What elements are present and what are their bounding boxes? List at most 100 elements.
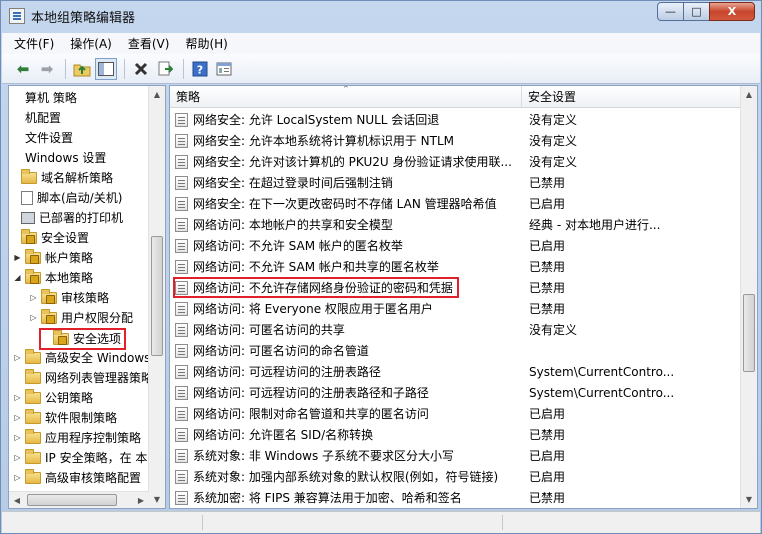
tree-scroll-thumb[interactable] <box>151 236 163 356</box>
tree-vertical-scrollbar[interactable]: ▲ ▼ <box>148 86 165 508</box>
tree-item[interactable]: 文件设置 <box>13 128 73 148</box>
properties-icon[interactable] <box>213 58 235 80</box>
policy-cell: 系统对象: 加强内部系统对象的默认权限(例如，符号链接) <box>170 468 522 485</box>
scroll-left-icon[interactable]: ◀ <box>9 492 25 508</box>
expander-arrow-icon[interactable]: ◢ <box>13 268 22 288</box>
tree-item[interactable]: ▶ 帐户策略 <box>13 248 93 268</box>
table-row[interactable]: 网络访问: 允许匿名 SID/名称转换 已禁用 <box>170 424 741 445</box>
table-row[interactable]: 网络安全: 在下一次更改密码时不存储 LAN 管理器哈希值 已启用 <box>170 193 741 214</box>
tree-item[interactable]: 机配置 <box>13 108 61 128</box>
tree-item[interactable]: ▷ IP 安全策略，在 本 <box>13 448 147 468</box>
menu-file[interactable]: 文件(F) <box>14 35 54 52</box>
show-hide-tree-icon[interactable] <box>95 57 117 80</box>
expander-arrow-icon[interactable]: ▷ <box>13 448 22 468</box>
table-row[interactable]: 网络访问: 不允许 SAM 帐户的匿名枚举 已启用 <box>170 235 741 256</box>
policy-cell: 网络访问: 不允许存储网络身份验证的密码和凭据 <box>170 279 522 296</box>
table-row[interactable]: 系统对象: 非 Windows 子系统不要求区分大小写 已启用 <box>170 445 741 466</box>
menu-view[interactable]: 查看(V) <box>128 35 170 52</box>
expander-arrow-icon[interactable]: ▷ <box>13 468 22 488</box>
tree-item[interactable]: 网络列表管理器策略 <box>13 368 153 388</box>
forward-icon[interactable]: ➡ <box>36 58 58 80</box>
policy-icon <box>175 322 188 337</box>
security-setting-value: 经典 - 对本地用户进行... <box>529 218 661 232</box>
tree-item[interactable]: ◢ 本地策略 <box>13 268 93 288</box>
table-row[interactable]: 系统对象: 加强内部系统对象的默认权限(例如，符号链接) 已启用 <box>170 466 741 487</box>
policy-name: 系统对象: 加强内部系统对象的默认权限(例如，符号链接) <box>193 470 499 484</box>
policy-list-pane[interactable]: ⌃ 策略 安全设置 网络安全: 允许 LocalSystem NULL 会话回退… <box>169 85 758 509</box>
back-icon[interactable]: ⬅ <box>12 58 34 80</box>
table-row[interactable]: 网络访问: 限制对命名管道和共享的匿名访问 已启用 <box>170 403 741 424</box>
tree-item[interactable]: 已部署的打印机 <box>9 208 123 228</box>
table-row[interactable]: 网络安全: 允许 LocalSystem NULL 会话回退 没有定义 <box>170 109 741 130</box>
tree-item-label: 脚本(启动/关机) <box>37 191 123 205</box>
table-row[interactable]: 网络访问: 不允许 SAM 帐户和共享的匿名枚举 已禁用 <box>170 256 741 277</box>
tree-item[interactable]: ▷ 公钥策略 <box>13 388 93 408</box>
menu-action[interactable]: 操作(A) <box>70 35 112 52</box>
tree-item[interactable]: ▷ 用户权限分配 <box>29 308 133 328</box>
expander-arrow-icon[interactable]: ▷ <box>13 348 22 368</box>
scroll-down-icon[interactable]: ▼ <box>149 491 165 508</box>
menu-help[interactable]: 帮助(H) <box>185 35 227 52</box>
tree-item[interactable]: ▷ 高级审核策略配置 <box>13 468 141 488</box>
column-header-policy[interactable]: ⌃ 策略 <box>170 86 522 108</box>
tree-item[interactable]: 域名解析策略 <box>9 168 113 188</box>
close-button[interactable]: X <box>709 2 755 21</box>
expander-arrow-icon[interactable]: ▷ <box>13 428 22 448</box>
minimize-button[interactable]: — <box>657 2 684 21</box>
table-row[interactable]: 系统加密: 将 FIPS 兼容算法用于加密、哈希和签名 已禁用 <box>170 487 741 508</box>
maximize-button[interactable]: □ <box>683 2 710 21</box>
printer-icon <box>21 212 35 224</box>
scroll-down-icon[interactable]: ▼ <box>741 491 757 508</box>
script-icon <box>21 191 33 205</box>
expander-arrow-icon[interactable]: ▷ <box>13 408 22 428</box>
security-setting-value: 已禁用 <box>529 176 566 190</box>
tree-pane[interactable]: 算机 策略 机配置 文件设置 Windows 设置 域名解析策略脚本(启动/关机) 已部署… <box>8 85 166 509</box>
column-header-setting[interactable]: 安全设置 <box>522 86 741 108</box>
scroll-right-icon[interactable]: ▶ <box>133 492 149 508</box>
table-row[interactable]: 网络访问: 可远程访问的注册表路径 System\CurrentContro... <box>170 361 741 382</box>
tree-item-label: 高级安全 Windows <box>45 351 151 365</box>
export-list-icon[interactable] <box>154 58 176 80</box>
expander-arrow-icon[interactable]: ▶ <box>13 248 22 268</box>
table-row[interactable]: 网络访问: 本地帐户的共享和安全模型 经典 - 对本地用户进行... <box>170 214 741 235</box>
tree-item[interactable]: ▷ 软件限制策略 <box>13 408 117 428</box>
tree-item[interactable]: Windows 设置 <box>13 148 106 168</box>
table-row[interactable]: 网络安全: 允许本地系统将计算机标识用于 NTLM 没有定义 <box>170 130 741 151</box>
policy-cell: 系统对象: 非 Windows 子系统不要求区分大小写 <box>170 447 522 464</box>
table-row[interactable]: 网络访问: 可匿名访问的命名管道 <box>170 340 741 361</box>
table-row[interactable]: 网络安全: 在超过登录时间后强制注销 已禁用 <box>170 172 741 193</box>
tree-item[interactable]: 算机 策略 <box>13 88 77 108</box>
table-row[interactable]: 网络访问: 将 Everyone 权限应用于匿名用户 已禁用 <box>170 298 741 319</box>
list-vertical-scrollbar[interactable]: ▲ ▼ <box>740 86 757 508</box>
policy-icon <box>175 490 188 505</box>
tree-item[interactable]: ▷ 高级安全 Windows <box>13 348 150 368</box>
tree-item[interactable]: 脚本(启动/关机) <box>9 188 122 208</box>
table-row[interactable]: 网络访问: 可远程访问的注册表路径和子路径 System\CurrentContr… <box>170 382 741 403</box>
tree-hscroll-thumb[interactable] <box>27 494 117 506</box>
tree-item-label: 已部署的打印机 <box>39 211 124 225</box>
main-window: 本地组策略编辑器 — □ X 文件(F) 操作(A) 查看(V) 帮助(H) ⬅… <box>0 0 762 534</box>
tree-item[interactable]: ▷ 审核策略 <box>29 288 109 308</box>
security-setting-value: 已启用 <box>529 407 566 421</box>
title-bar[interactable]: 本地组策略编辑器 — □ X <box>1 1 761 31</box>
tree-item-label: 公钥策略 <box>45 391 94 405</box>
tree-item[interactable]: 安全设置 <box>9 228 89 248</box>
delete-icon[interactable] <box>130 58 152 80</box>
folder-icon <box>25 389 41 404</box>
help-icon[interactable]: ? <box>189 58 211 80</box>
expander-arrow-icon[interactable]: ▷ <box>29 288 38 308</box>
up-folder-icon[interactable] <box>71 58 93 80</box>
policy-cell: 网络安全: 在下一次更改密码时不存储 LAN 管理器哈希值 <box>170 195 522 212</box>
tree-item-selected[interactable]: 安全选项 <box>39 328 127 350</box>
policy-name: 网络访问: 不允许 SAM 帐户的匿名枚举 <box>193 239 403 253</box>
table-row[interactable]: 网络安全: 允许对该计算机的 PKU2U 身份验证请求使用联... 没有定义 <box>170 151 741 172</box>
table-row[interactable]: 网络访问: 不允许存储网络身份验证的密码和凭据 已禁用 <box>170 277 741 298</box>
tree-horizontal-scrollbar[interactable]: ◀ ▶ <box>9 491 149 508</box>
scroll-up-icon[interactable]: ▲ <box>149 86 165 103</box>
tree-item[interactable]: ▷ 应用程序控制策略 <box>13 428 141 448</box>
list-scroll-thumb[interactable] <box>743 294 755 372</box>
expander-arrow-icon[interactable]: ▷ <box>29 308 38 328</box>
expander-arrow-icon[interactable]: ▷ <box>13 388 22 408</box>
table-row[interactable]: 网络访问: 可匿名访问的共享 没有定义 <box>170 319 741 340</box>
scroll-up-icon[interactable]: ▲ <box>741 86 757 103</box>
